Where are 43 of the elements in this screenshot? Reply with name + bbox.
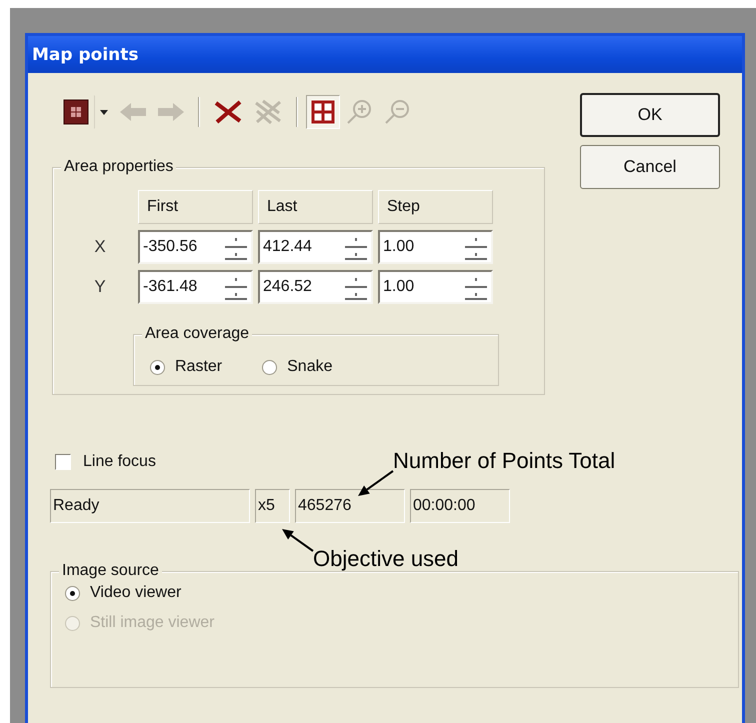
arrow (358, 470, 394, 496)
status-field: x5 (255, 489, 290, 523)
checkbox-label[interactable]: Line focus (83, 453, 156, 471)
zoom-out-icon (383, 98, 411, 126)
zoom-in-icon (345, 98, 373, 126)
group-title: Area properties (61, 157, 176, 177)
radio-label[interactable]: Video viewer (90, 584, 182, 602)
spin-field[interactable]: -350.56 (138, 230, 253, 264)
window-title: Map points (32, 44, 138, 64)
arrow (282, 529, 314, 552)
axis-label: X (93, 237, 107, 257)
right-arrow-icon (157, 102, 185, 122)
spin-field[interactable]: 246.52 (258, 270, 373, 304)
status-field: Ready (50, 489, 250, 523)
ok-button[interactable]: OK (580, 93, 720, 137)
annotation-label: Objective used (313, 546, 459, 572)
color-swatch-icon (63, 99, 89, 125)
column-header: Last (258, 190, 373, 224)
column-header: First (138, 190, 253, 224)
group-title: Image source (59, 561, 162, 581)
group-title: Area coverage (142, 324, 252, 344)
checkbox[interactable] (55, 454, 71, 470)
radio-button[interactable] (65, 586, 80, 600)
left-arrow-icon (119, 102, 147, 122)
annotation-label: Number of Points Total (393, 448, 616, 474)
status-field: 465276 (295, 489, 405, 523)
cancel-button[interactable]: Cancel (580, 145, 720, 189)
radio-button[interactable] (262, 360, 278, 374)
spin-field[interactable]: -361.48 (138, 270, 253, 304)
spin-field[interactable]: 1.00 (378, 230, 493, 264)
radio-label[interactable]: Raster (175, 358, 222, 376)
axis-label: Y (93, 277, 107, 297)
spin-field[interactable]: 1.00 (378, 270, 493, 304)
delete-all-icon (253, 99, 283, 125)
radio-label[interactable]: Snake (287, 358, 332, 376)
toolbar-button[interactable] (306, 95, 340, 129)
status-field: 00:00:00 (410, 489, 510, 523)
caret-icon (100, 110, 108, 114)
spin-field[interactable]: 412.44 (258, 230, 373, 264)
delete-icon (213, 100, 243, 124)
radio-button[interactable] (150, 360, 165, 374)
grid-icon (311, 100, 335, 124)
column-header: Step (378, 190, 493, 224)
